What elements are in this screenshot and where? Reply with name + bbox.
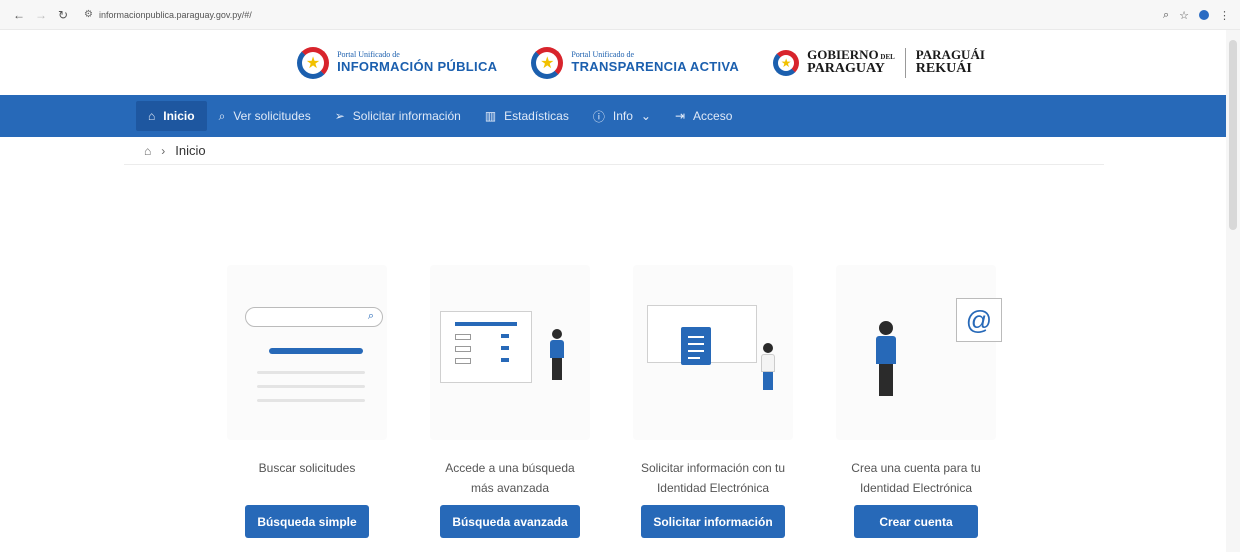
- nav-label: Inicio: [163, 109, 195, 123]
- nav-label: Acceso: [693, 109, 733, 123]
- breadcrumb: ⌂ › Inicio: [124, 137, 1104, 165]
- busqueda-avanzada-button[interactable]: Búsqueda avanzada: [440, 505, 580, 538]
- zoom-icon[interactable]: ⌕: [1163, 9, 1169, 22]
- card-description: Crea una cuenta para tu Identidad Electró…: [851, 461, 981, 495]
- browser-toolbar: ← → ↻ ⚙ informacionpublica.paraguay.gov.…: [0, 0, 1240, 30]
- nav-label: Ver solicitudes: [233, 109, 311, 123]
- search-icon: ⌕: [218, 108, 226, 123]
- portal-logo-icon: ★: [295, 45, 331, 81]
- main-navbar: ⌂ Inicio ⌕ Ver solicitudes ➢ Solicitar i…: [0, 95, 1240, 137]
- card-solicitar-informacion: Solicitar información con tu Identidad El…: [619, 265, 807, 538]
- back-icon[interactable]: ←: [10, 6, 28, 24]
- chevron-down-icon: ⌄: [640, 109, 651, 123]
- card-description: Accede a una búsqueda más avanzada: [445, 461, 575, 495]
- nav-ver-solicitudes[interactable]: ⌕ Ver solicitudes: [207, 101, 323, 131]
- bookmark-star-icon[interactable]: ☆: [1179, 9, 1189, 22]
- logo-title: INFORMACIÓN PÚBLICA: [337, 58, 498, 74]
- search-illustration: ⌕: [227, 265, 387, 440]
- government-logo-icon: ★: [771, 48, 801, 78]
- card-buscar-solicitudes: ⌕ Buscar solicitudes Búsqueda simple: [213, 265, 401, 538]
- logo-informacion-publica[interactable]: ★ Portal Unificado de INFORMACIÓN PÚBLIC…: [295, 45, 497, 81]
- crear-cuenta-button[interactable]: Crear cuenta: [854, 505, 978, 538]
- login-icon: ⇥: [674, 109, 686, 123]
- email-icon: @: [956, 298, 1002, 342]
- menu-icon[interactable]: ⋮: [1219, 9, 1230, 22]
- forward-icon[interactable]: →: [32, 6, 50, 24]
- portal-logo-icon: ★: [529, 45, 565, 81]
- solicitar-informacion-button[interactable]: Solicitar información: [641, 505, 785, 538]
- card-crear-cuenta: @ Crea una cuenta para tu Identidad Elect…: [822, 265, 1010, 538]
- logo-gobierno-paraguay[interactable]: ★ GOBIERNO DEL PARAGUAY PARAGUÁI REKUÁI: [771, 47, 985, 78]
- logo-title: TRANSPARENCIA ACTIVA: [571, 58, 740, 74]
- chevron-right-icon: ›: [161, 143, 166, 158]
- reload-icon[interactable]: ↻: [54, 6, 72, 24]
- nav-label: Solicitar información: [352, 109, 461, 123]
- busqueda-simple-button[interactable]: Búsqueda simple: [245, 505, 369, 538]
- create-account-illustration: @: [836, 265, 1002, 440]
- nav-inicio[interactable]: ⌂ Inicio: [136, 101, 207, 131]
- nav-acceso[interactable]: ⇥ Acceso: [663, 101, 744, 131]
- home-icon[interactable]: ⌂: [144, 144, 151, 158]
- nav-label: Estadísticas: [504, 109, 569, 123]
- rekuai-text: PARAGUÁI REKUÁI: [915, 47, 985, 76]
- browser-actions: ⌕ ☆ ⋮: [1163, 0, 1230, 30]
- search-icon: ⌕: [367, 310, 374, 322]
- card-busqueda-avanzada: Accede a una búsqueda más avanzada Búsque…: [416, 265, 604, 538]
- send-icon: ➢: [334, 109, 345, 123]
- nav-info-dropdown[interactable]: ⓘ Info ⌄: [581, 101, 663, 131]
- gobierno-text: GOBIERNO DEL PARAGUAY: [807, 47, 895, 76]
- site-info-icon[interactable]: ⚙: [84, 9, 93, 20]
- home-icon: ⌂: [148, 109, 156, 123]
- advanced-search-illustration: [430, 265, 590, 440]
- nav-estadisticas[interactable]: ▥ Estadísticas: [473, 101, 581, 131]
- card-description: Solicitar información con tu Identidad El…: [640, 461, 786, 495]
- help-icon: ⓘ: [592, 109, 605, 124]
- scrollbar-thumb[interactable]: [1229, 40, 1237, 230]
- nav-label: Info: [612, 109, 633, 123]
- card-description: Buscar solicitudes: [258, 461, 356, 475]
- action-cards: ⌕ Buscar solicitudes Búsqueda simple Acc…: [213, 265, 1010, 538]
- logo-divider: [904, 47, 906, 78]
- address-bar[interactable]: informacionpublica.paraguay.gov.py/#/: [99, 10, 252, 20]
- logo-header: ★ Portal Unificado de INFORMACIÓN PÚBLIC…: [0, 30, 1240, 95]
- logo-transparencia-activa[interactable]: ★ Portal Unificado de TRANSPARENCIA ACTI…: [529, 45, 739, 81]
- profile-icon[interactable]: [1199, 10, 1209, 20]
- nav-solicitar-informacion[interactable]: ➢ Solicitar información: [323, 101, 473, 131]
- chart-icon: ▥: [484, 109, 497, 123]
- request-info-illustration: [633, 265, 793, 440]
- breadcrumb-current: Inicio: [175, 143, 206, 158]
